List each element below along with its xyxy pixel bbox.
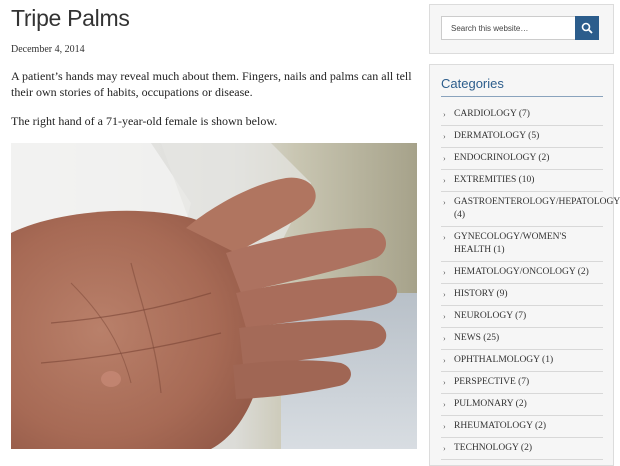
- chevron-right-icon: ›: [443, 356, 446, 365]
- chevron-right-icon: ›: [443, 312, 446, 321]
- categories-title: Categories: [441, 76, 504, 91]
- category-link-history[interactable]: HISTORY (9): [454, 288, 603, 301]
- post-paragraph: The right hand of a 71-year-old female i…: [11, 114, 278, 128]
- search-widget: [429, 4, 614, 54]
- search-button[interactable]: [575, 16, 599, 40]
- chevron-right-icon: ›: [443, 444, 446, 453]
- chevron-right-icon: ›: [443, 176, 446, 185]
- category-link-ophthalmology[interactable]: OPHTHALMOLOGY (1): [454, 354, 603, 367]
- hand-photo: [11, 143, 417, 449]
- chevron-right-icon: ›: [443, 378, 446, 387]
- category-item: › OPHTHALMOLOGY (1): [441, 350, 603, 372]
- chevron-right-icon: ›: [443, 132, 446, 141]
- category-item: › CARDIOLOGY (7): [441, 104, 603, 126]
- category-link-hematology[interactable]: HEMATOLOGY/ONCOLOGY (2): [454, 266, 603, 279]
- category-link-technology[interactable]: TECHNOLOGY (2): [454, 442, 603, 455]
- category-link-pulmonary[interactable]: PULMONARY (2): [454, 398, 603, 411]
- category-item: › TECHNOLOGY (2): [441, 438, 603, 460]
- category-link-extremities[interactable]: EXTREMITIES (10): [454, 174, 603, 187]
- chevron-right-icon: ›: [443, 198, 446, 207]
- chevron-right-icon: ›: [443, 334, 446, 343]
- category-link-neurology[interactable]: NEUROLOGY (7): [454, 310, 603, 323]
- category-link-cardiology[interactable]: CARDIOLOGY (7): [454, 108, 603, 121]
- chevron-right-icon: ›: [443, 268, 446, 277]
- category-item: › RHEUMATOLOGY (2): [441, 416, 603, 438]
- category-item: › NEUROLOGY (7): [441, 306, 603, 328]
- category-item: › ENDOCRINOLOGY (2): [441, 148, 603, 170]
- category-item: › HISTORY (9): [441, 284, 603, 306]
- post-title: Tripe Palms: [11, 5, 130, 31]
- categories-divider: [441, 96, 603, 97]
- post-paragraph: A patient’s hands may reveal much about …: [11, 69, 412, 99]
- categories-widget: Categories › CARDIOLOGY (7) › DERMATOLOGY …: [429, 64, 620, 466]
- category-item: › PERSPECTIVE (7): [441, 372, 603, 394]
- category-item: › GASTROENTEROLOGY/HEPATOLOGY (4): [441, 192, 620, 227]
- chevron-right-icon: ›: [443, 110, 446, 119]
- chevron-right-icon: ›: [443, 400, 446, 409]
- category-link-gastroenterology[interactable]: GASTROENTEROLOGY/HEPATOLOGY (4): [454, 196, 620, 222]
- chevron-right-icon: ›: [443, 290, 446, 299]
- category-link-news[interactable]: NEWS (25): [454, 332, 603, 345]
- category-item: › GYNECOLOGY/WOMEN'S HEALTH (1): [441, 227, 603, 262]
- search-icon: [581, 22, 593, 34]
- category-link-perspective[interactable]: PERSPECTIVE (7): [454, 376, 603, 389]
- post-date: December 4, 2014: [11, 44, 85, 55]
- category-link-endocrinology[interactable]: ENDOCRINOLOGY (2): [454, 152, 603, 165]
- chevron-right-icon: ›: [443, 422, 446, 431]
- category-link-gynecology[interactable]: GYNECOLOGY/WOMEN'S HEALTH (1): [454, 231, 603, 257]
- category-list: › CARDIOLOGY (7) › DERMATOLOGY (5) › ENDOCR…: [441, 104, 620, 460]
- chevron-right-icon: ›: [443, 233, 446, 242]
- category-link-rheumatology[interactable]: RHEUMATOLOGY (2): [454, 420, 603, 433]
- category-item: › DERMATOLOGY (5): [441, 126, 603, 148]
- category-link-dermatology[interactable]: DERMATOLOGY (5): [454, 130, 603, 143]
- category-item: › PULMONARY (2): [441, 394, 603, 416]
- category-item: › HEMATOLOGY/ONCOLOGY (2): [441, 262, 603, 284]
- category-item: › EXTREMITIES (10): [441, 170, 603, 192]
- chevron-right-icon: ›: [443, 154, 446, 163]
- search-input[interactable]: [441, 16, 576, 40]
- category-item: › NEWS (25): [441, 328, 603, 350]
